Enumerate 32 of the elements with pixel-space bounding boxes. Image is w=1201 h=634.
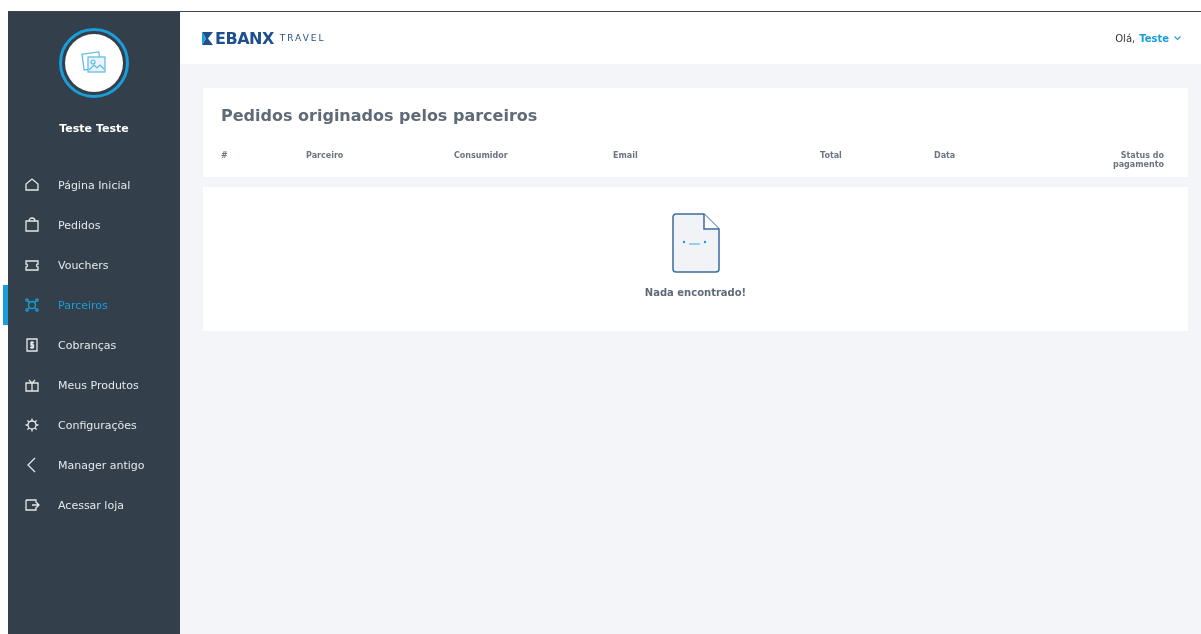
- gear-icon: [24, 417, 40, 433]
- sidebar-item[interactable]: Manager antigo: [3, 445, 180, 485]
- page-title: Pedidos originados pelos parceiros: [220, 105, 539, 125]
- sidebar-item[interactable]: Meus Produtos: [3, 365, 180, 405]
- document-icon: [671, 213, 720, 273]
- user-name: Teste Teste: [59, 122, 129, 135]
- column-header: Email: [613, 151, 639, 162]
- network-icon: [24, 297, 40, 313]
- column-header: Total: [820, 151, 843, 162]
- empty-message: Nada encontrado!: [644, 287, 747, 298]
- column-header: Consumidor: [454, 151, 509, 162]
- house-icon: [24, 177, 40, 193]
- exit-icon: [24, 497, 40, 513]
- column-header: Parceiro: [306, 151, 345, 162]
- column-header: #: [221, 151, 229, 162]
- ticket-icon: [24, 257, 40, 273]
- column-header: Data: [934, 151, 957, 162]
- gift-icon: [24, 377, 40, 393]
- logo-subtitle: TRAVEL: [279, 33, 326, 43]
- column-header: Status do pagamento: [1111, 151, 1164, 169]
- sidebar-item[interactable]: Configurações: [3, 405, 180, 445]
- sidebar-item[interactable]: Acessar loja: [3, 485, 180, 525]
- sidebar-item[interactable]: Pedidos: [3, 205, 180, 245]
- greeting: Olá,: [1115, 32, 1136, 44]
- logo-icon: [202, 31, 213, 45]
- sidebar-item[interactable]: Vouchers: [3, 245, 180, 285]
- logo: EBANX: [202, 28, 274, 48]
- chevron-down-icon: [1174, 35, 1181, 41]
- sidebar-item[interactable]: Cobranças: [3, 325, 180, 365]
- bag-icon: [24, 217, 40, 233]
- sidebar-item[interactable]: Página Inicial: [3, 165, 180, 205]
- receipt-icon: [24, 337, 40, 353]
